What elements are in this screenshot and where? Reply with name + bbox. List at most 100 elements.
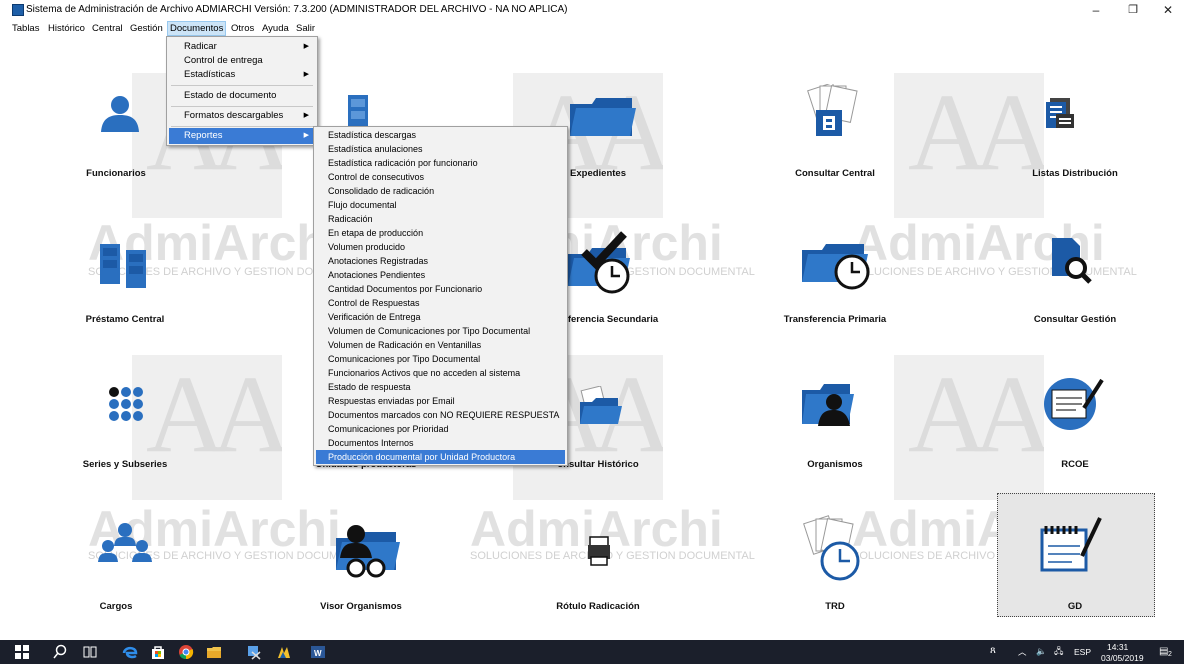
report-item[interactable]: Cantidad Documentos por Funcionario bbox=[316, 282, 565, 296]
snipping-tool-icon[interactable] bbox=[246, 644, 262, 660]
watermark-subtitle: SOLUCIONES DE ARCHIVO Y GESTION DOCUMENT… bbox=[852, 266, 1137, 278]
menu-item-label: Estado de documento bbox=[184, 90, 277, 101]
menu-item-estadisticas[interactable]: Estadísticas ▶ bbox=[169, 67, 315, 83]
menu-item-label: Control de entrega bbox=[184, 55, 263, 66]
report-item[interactable]: Consolidado de radicación bbox=[316, 184, 565, 198]
menu-gestion[interactable]: Gestión bbox=[128, 22, 165, 35]
report-item[interactable]: Comunicaciones por Prioridad bbox=[316, 422, 565, 436]
search-icon[interactable] bbox=[52, 644, 68, 660]
report-item[interactable]: Documentos marcados con NO REQUIERE RESP… bbox=[316, 408, 565, 422]
store-icon[interactable] bbox=[150, 644, 166, 660]
menu-item-label: Formatos descargables bbox=[184, 110, 284, 121]
report-item[interactable]: Estadística radicación por funcionario bbox=[316, 156, 565, 170]
tile-organismos[interactable]: Organismos bbox=[750, 459, 920, 470]
loan-cabinets-icon[interactable] bbox=[98, 240, 154, 290]
tile-series-subseries[interactable]: Series y Subseries bbox=[40, 459, 210, 470]
word-icon[interactable]: W bbox=[310, 644, 326, 660]
menu-otros[interactable]: Otros bbox=[229, 22, 256, 35]
menu-historico[interactable]: Histórico bbox=[46, 22, 87, 35]
watermark-logo: AA bbox=[894, 73, 1044, 218]
admiarchi-app-icon[interactable] bbox=[276, 644, 292, 660]
report-item[interactable]: Control de consecutivos bbox=[316, 170, 565, 184]
menu-separator bbox=[171, 106, 313, 107]
report-item[interactable]: Verificación de Entrega bbox=[316, 310, 565, 324]
file-explorer-icon[interactable] bbox=[206, 644, 222, 660]
visor-organismos-icon[interactable] bbox=[330, 522, 402, 578]
tile-consultar-gestion[interactable]: Consultar Gestión bbox=[990, 314, 1160, 325]
report-item[interactable]: Volumen de Radicación en Ventanillas bbox=[316, 338, 565, 352]
clock-time[interactable]: 14:31 bbox=[1107, 642, 1128, 652]
edge-browser-icon[interactable] bbox=[122, 644, 138, 660]
menu-item-formatos-descargables[interactable]: Formatos descargables ▶ bbox=[169, 108, 315, 124]
chrome-icon[interactable] bbox=[178, 644, 194, 660]
transfer-primary-icon[interactable] bbox=[800, 234, 872, 290]
svg-text:W: W bbox=[314, 649, 322, 658]
language-indicator[interactable]: ESP bbox=[1074, 647, 1091, 657]
people-icon[interactable]: ጸ bbox=[990, 645, 996, 656]
tile-visor-organismos[interactable]: Visor Organismos bbox=[276, 601, 446, 612]
report-item[interactable]: Estado de respuesta bbox=[316, 380, 565, 394]
minimize-button[interactable]: – bbox=[1080, 0, 1112, 20]
menu-central[interactable]: Central bbox=[90, 22, 125, 35]
report-item[interactable]: Anotaciones Pendientes bbox=[316, 268, 565, 282]
report-item[interactable]: Flujo documental bbox=[316, 198, 565, 212]
tile-funcionarios[interactable]: Funcionarios bbox=[31, 168, 201, 179]
tile-trd[interactable]: TRD bbox=[750, 601, 920, 612]
report-item[interactable]: Respuestas enviadas por Email bbox=[316, 394, 565, 408]
report-item[interactable]: En etapa de producción bbox=[316, 226, 565, 240]
label-printer-icon[interactable] bbox=[586, 535, 612, 567]
taskbar: W ጸ ︿ 🔈 🖧 ESP 14:31 03/05/2019 ▤ 2 bbox=[0, 640, 1184, 664]
clock-date[interactable]: 03/05/2019 bbox=[1101, 653, 1144, 663]
task-view-icon[interactable] bbox=[82, 644, 98, 660]
windows-start-icon[interactable] bbox=[14, 644, 30, 660]
report-item[interactable]: Control de Respuestas bbox=[316, 296, 565, 310]
rcoe-document-icon[interactable] bbox=[1040, 372, 1108, 432]
report-item[interactable]: Estadística descargas bbox=[316, 128, 565, 142]
menu-salir[interactable]: Salir bbox=[294, 22, 317, 35]
tile-gd[interactable]: GD bbox=[990, 601, 1160, 612]
menu-ayuda[interactable]: Ayuda bbox=[260, 22, 291, 35]
maximize-button[interactable]: ❐ bbox=[1117, 0, 1149, 20]
organization-icon[interactable] bbox=[800, 378, 856, 434]
folder-icon[interactable] bbox=[568, 90, 638, 140]
tile-consultar-central[interactable]: Consultar Central bbox=[750, 168, 920, 179]
report-item[interactable]: Radicación bbox=[316, 212, 565, 226]
user-icon[interactable] bbox=[98, 92, 142, 136]
cargos-people-icon[interactable] bbox=[96, 520, 154, 568]
file-archive-icon[interactable] bbox=[806, 84, 862, 138]
historic-folder-icon[interactable] bbox=[578, 386, 624, 426]
report-item-selected[interactable]: Producción documental por Unidad Product… bbox=[316, 450, 565, 464]
report-item[interactable]: Documentos Internos bbox=[316, 436, 565, 450]
tile-cargos[interactable]: Cargos bbox=[31, 601, 201, 612]
consult-search-icon[interactable] bbox=[1050, 236, 1094, 286]
submenu-arrow-icon: ▶ bbox=[303, 112, 309, 119]
report-item[interactable]: Volumen de Comunicaciones por Tipo Docum… bbox=[316, 324, 565, 338]
trd-clock-icon[interactable] bbox=[800, 515, 868, 583]
report-item[interactable]: Anotaciones Registradas bbox=[316, 254, 565, 268]
menu-item-label: Radicar bbox=[184, 41, 217, 52]
series-grid-icon[interactable] bbox=[106, 385, 146, 425]
distribution-list-icon[interactable] bbox=[1042, 96, 1076, 130]
tile-transferencia-primaria[interactable]: Transferencia Primaria bbox=[750, 314, 920, 325]
chevron-up-icon[interactable]: ︿ bbox=[1018, 646, 1027, 658]
window-title: Sistema de Administración de Archivo ADM… bbox=[26, 4, 568, 15]
menu-item-reportes[interactable]: Reportes ▶ bbox=[169, 128, 315, 144]
tile-rotulo-radicacion[interactable]: Rótulo Radicación bbox=[513, 601, 683, 612]
report-item[interactable]: Comunicaciones por Tipo Documental bbox=[316, 352, 565, 366]
report-item[interactable]: Funcionarios Activos que no acceden al s… bbox=[316, 366, 565, 380]
report-item[interactable]: Estadística anulaciones bbox=[316, 142, 565, 156]
volume-icon[interactable]: 🔈 bbox=[1036, 646, 1047, 657]
tile-listas-distribucion[interactable]: Listas Distribución bbox=[990, 168, 1160, 179]
menu-tablas[interactable]: Tablas bbox=[10, 22, 41, 35]
submenu-arrow-icon: ▶ bbox=[303, 71, 309, 78]
watermark-logo: AA bbox=[894, 355, 1044, 500]
menu-documentos[interactable]: Documentos bbox=[167, 21, 227, 36]
menu-item-estado-documento[interactable]: Estado de documento bbox=[169, 88, 315, 104]
network-icon[interactable]: 🖧 bbox=[1054, 646, 1063, 660]
gd-notebook-icon[interactable] bbox=[1036, 512, 1108, 576]
close-button[interactable]: ✕ bbox=[1152, 0, 1184, 20]
transfer-secondary-icon[interactable] bbox=[566, 230, 636, 296]
tile-prestamo-central[interactable]: Préstamo Central bbox=[40, 314, 210, 325]
report-item[interactable]: Volumen producido bbox=[316, 240, 565, 254]
tile-rcoe[interactable]: RCOE bbox=[990, 459, 1160, 470]
